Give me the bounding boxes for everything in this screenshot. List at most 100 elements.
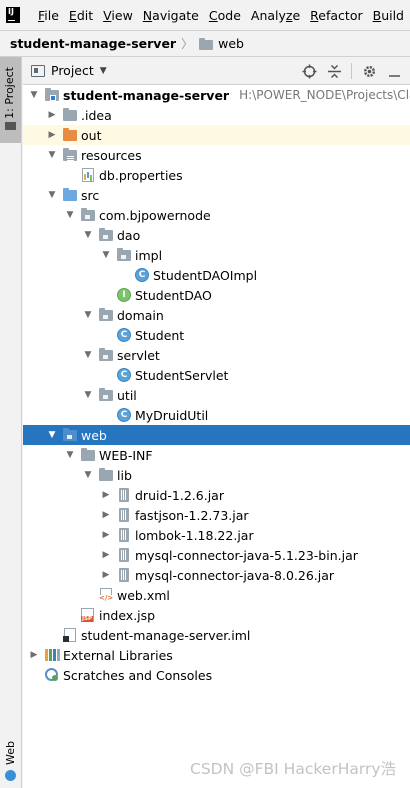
web-folder-icon	[198, 36, 214, 52]
tree-item-label: External Libraries	[63, 647, 173, 663]
breadcrumb-separator-icon: 〉	[181, 37, 194, 51]
collapse-arrow-icon[interactable]: ▶	[100, 505, 112, 525]
breadcrumb-project[interactable]: student-manage-server	[10, 36, 176, 51]
menu-item[interactable]: View	[99, 8, 139, 23]
tree-item[interactable]: ▶ lombok-1.18.22.jar	[23, 525, 410, 545]
tree-item[interactable]: ▶ External Libraries	[23, 645, 410, 665]
tree-item[interactable]: student-manage-server.iml	[23, 625, 410, 645]
menu-item[interactable]: Navigate	[139, 8, 205, 23]
expand-arrow-icon[interactable]: ▼	[64, 445, 76, 465]
menu-item[interactable]: Build	[369, 8, 410, 23]
tree-item[interactable]: ▼ WEB-INF	[23, 445, 410, 465]
tree-item-label: dao	[117, 227, 141, 243]
project-folder-icon	[5, 122, 16, 130]
web-tool-tab-label: Web	[4, 741, 17, 765]
project-view-selector[interactable]: Project	[51, 63, 94, 78]
menu-item-label: ode	[217, 7, 241, 23]
tree-item[interactable]: ▶ out	[23, 125, 410, 145]
tree-item-label: WEB-INF	[99, 447, 153, 463]
expand-arrow-icon[interactable]: ▼	[82, 345, 94, 365]
tree-item[interactable]: ▶ .idea	[23, 105, 410, 125]
expand-arrow-icon[interactable]: ▼	[82, 225, 94, 245]
tree-item[interactable]: I StudentDAO	[23, 285, 410, 305]
interface-icon: I	[116, 287, 132, 303]
tree-item[interactable]: index.jsp	[23, 605, 410, 625]
tree-item[interactable]: ▼ impl	[23, 245, 410, 265]
tree-item[interactable]: ▶ mysql-connector-java-8.0.26.jar	[23, 565, 410, 585]
menu-item[interactable]: File	[34, 8, 65, 23]
tree-item-label: lib	[117, 467, 132, 483]
tree-item[interactable]: C Student	[23, 325, 410, 345]
tree-item[interactable]: ▼ domain	[23, 305, 410, 325]
collapse-arrow-icon[interactable]: ▶	[28, 645, 40, 665]
expand-arrow-icon[interactable]: ▼	[82, 465, 94, 485]
menu-item-label: dit	[76, 7, 94, 23]
collapse-arrow-icon[interactable]: ▶	[100, 485, 112, 505]
collapse-all-icon[interactable]	[326, 63, 342, 79]
expand-arrow-icon[interactable]: ▼	[100, 245, 112, 265]
expand-arrow-icon[interactable]: ▼	[46, 145, 58, 165]
expand-arrow-icon[interactable]: ▼	[28, 85, 40, 105]
tree-item-label: impl	[135, 247, 163, 263]
tree-item-label: student-manage-server.iml	[81, 627, 251, 643]
collapse-arrow-icon[interactable]: ▶	[46, 125, 58, 145]
web-tool-tab[interactable]: Web	[0, 737, 21, 788]
locate-target-icon[interactable]	[301, 63, 317, 79]
tree-item[interactable]: ▼ dao	[23, 225, 410, 245]
tree-item[interactable]: ▶ druid-1.2.6.jar	[23, 485, 410, 505]
tree-item[interactable]: ▼ web	[23, 425, 410, 445]
tree-item-label: student-manage-server	[63, 87, 230, 103]
menu-item[interactable]: Code	[205, 8, 247, 23]
expand-arrow-icon[interactable]: ▼	[82, 385, 94, 405]
tree-item-label: domain	[117, 307, 164, 323]
chevron-down-icon[interactable]: ▼	[100, 66, 107, 76]
project-tree[interactable]: ▼ student-manage-server H:\POWER_NODE\Proj…	[23, 85, 410, 788]
expand-arrow-icon[interactable]: ▼	[82, 305, 94, 325]
project-tool-tab[interactable]: 1: Project	[0, 57, 21, 143]
menu-item[interactable]: Analyze	[247, 8, 306, 23]
tree-item[interactable]: ▼ resources	[23, 145, 410, 165]
collapse-arrow-icon[interactable]: ▶	[100, 565, 112, 585]
tree-item[interactable]: ▼ src	[23, 185, 410, 205]
project-tool-tab-label: 1: Project	[3, 67, 16, 119]
tree-item[interactable]: db.properties	[23, 165, 410, 185]
expand-arrow-icon[interactable]: ▼	[46, 425, 58, 445]
tree-item-label: fastjson-1.2.73.jar	[135, 507, 249, 523]
tree-item[interactable]: ▶ fastjson-1.2.73.jar	[23, 505, 410, 525]
hide-panel-icon[interactable]	[386, 63, 402, 79]
resources-folder-icon	[62, 147, 78, 163]
tree-item[interactable]: ▼ student-manage-server H:\POWER_NODE\Proj…	[23, 85, 410, 105]
breadcrumb-folder[interactable]: web	[198, 36, 244, 52]
tree-item-label: StudentDAO	[135, 287, 212, 303]
tree-item[interactable]: C StudentDAOImpl	[23, 265, 410, 285]
tree-item[interactable]: ▶ mysql-connector-java-5.1.23-bin.jar	[23, 545, 410, 565]
menu-bar: FileEditViewNavigateCodeAnalyzeRefactorB…	[0, 0, 410, 30]
tree-item[interactable]: Scratches and Consoles	[23, 665, 410, 685]
expand-arrow-icon[interactable]: ▼	[64, 205, 76, 225]
xml-file-icon	[98, 587, 114, 603]
collapse-arrow-icon[interactable]: ▶	[100, 525, 112, 545]
tree-item[interactable]: web.xml	[23, 585, 410, 605]
gear-icon[interactable]	[361, 63, 377, 79]
tree-item[interactable]: ▼ servlet	[23, 345, 410, 365]
menu-item[interactable]: Refactor	[306, 8, 368, 23]
package-icon	[98, 387, 114, 403]
class-icon: C	[116, 367, 132, 383]
breadcrumb: student-manage-server 〉 web	[0, 30, 410, 57]
tree-item[interactable]: ▼ com.bjpowernode	[23, 205, 410, 225]
tree-item[interactable]: ▼ util	[23, 385, 410, 405]
package-icon	[98, 227, 114, 243]
collapse-arrow-icon[interactable]: ▶	[100, 545, 112, 565]
collapse-arrow-icon[interactable]: ▶	[46, 105, 58, 125]
tree-item[interactable]: C StudentServlet	[23, 365, 410, 385]
tree-item[interactable]: ▼ lib	[23, 465, 410, 485]
tree-item[interactable]: C MyDruidUtil	[23, 405, 410, 425]
expand-arrow-icon[interactable]: ▼	[46, 185, 58, 205]
package-icon	[98, 347, 114, 363]
menu-item[interactable]: Edit	[65, 8, 99, 23]
menu-item-mnemonic: N	[142, 7, 153, 23]
